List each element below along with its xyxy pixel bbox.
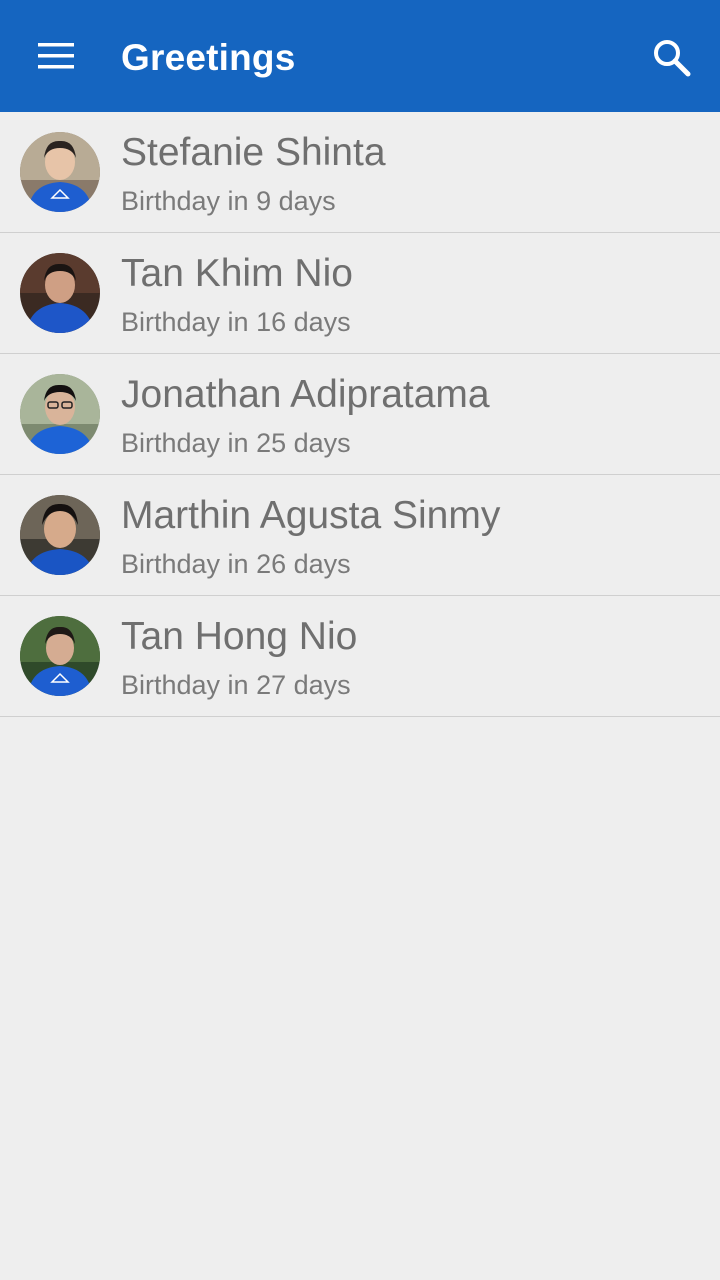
avatar [20,616,100,696]
page-title: Greetings [121,37,296,78]
contact-name: Tan Hong Nio [121,615,358,658]
list-item[interactable]: Jonathan Adipratama Birthday in 25 days [0,354,720,475]
avatar [20,495,100,575]
person-avatar-icon [20,616,100,696]
list-item[interactable]: Stefanie Shinta Birthday in 9 days [0,112,720,233]
menu-button[interactable] [26,34,86,78]
contact-name: Jonathan Adipratama [121,373,490,416]
list-item[interactable]: Tan Hong Nio Birthday in 27 days [0,596,720,717]
greetings-app: Greetings Stefanie Shinta Birthday in 9 … [0,0,720,1280]
list-item[interactable]: Tan Khim Nio Birthday in 16 days [0,233,720,354]
person-avatar-icon [20,132,100,212]
contact-name: Tan Khim Nio [121,252,353,295]
person-avatar-icon [20,495,100,575]
person-avatar-icon [20,374,100,454]
search-icon [654,40,691,77]
list-item[interactable]: Marthin Agusta Sinmy Birthday in 26 days [0,475,720,596]
contact-name: Stefanie Shinta [121,131,386,174]
person-avatar-icon [20,253,100,333]
birthday-countdown: Birthday in 25 days [121,428,351,458]
app-toolbar: Greetings [0,0,720,112]
search-button[interactable] [642,28,702,88]
contact-name: Marthin Agusta Sinmy [121,494,501,537]
birthday-countdown: Birthday in 16 days [121,307,351,337]
hamburger-menu-icon [38,43,74,69]
birthday-countdown: Birthday in 9 days [121,186,336,216]
avatar [20,374,100,454]
avatar [20,132,100,212]
birthday-countdown: Birthday in 27 days [121,670,351,700]
birthday-countdown: Birthday in 26 days [121,549,351,579]
birthday-list: Stefanie Shinta Birthday in 9 days Tan K… [0,112,720,717]
avatar [20,253,100,333]
